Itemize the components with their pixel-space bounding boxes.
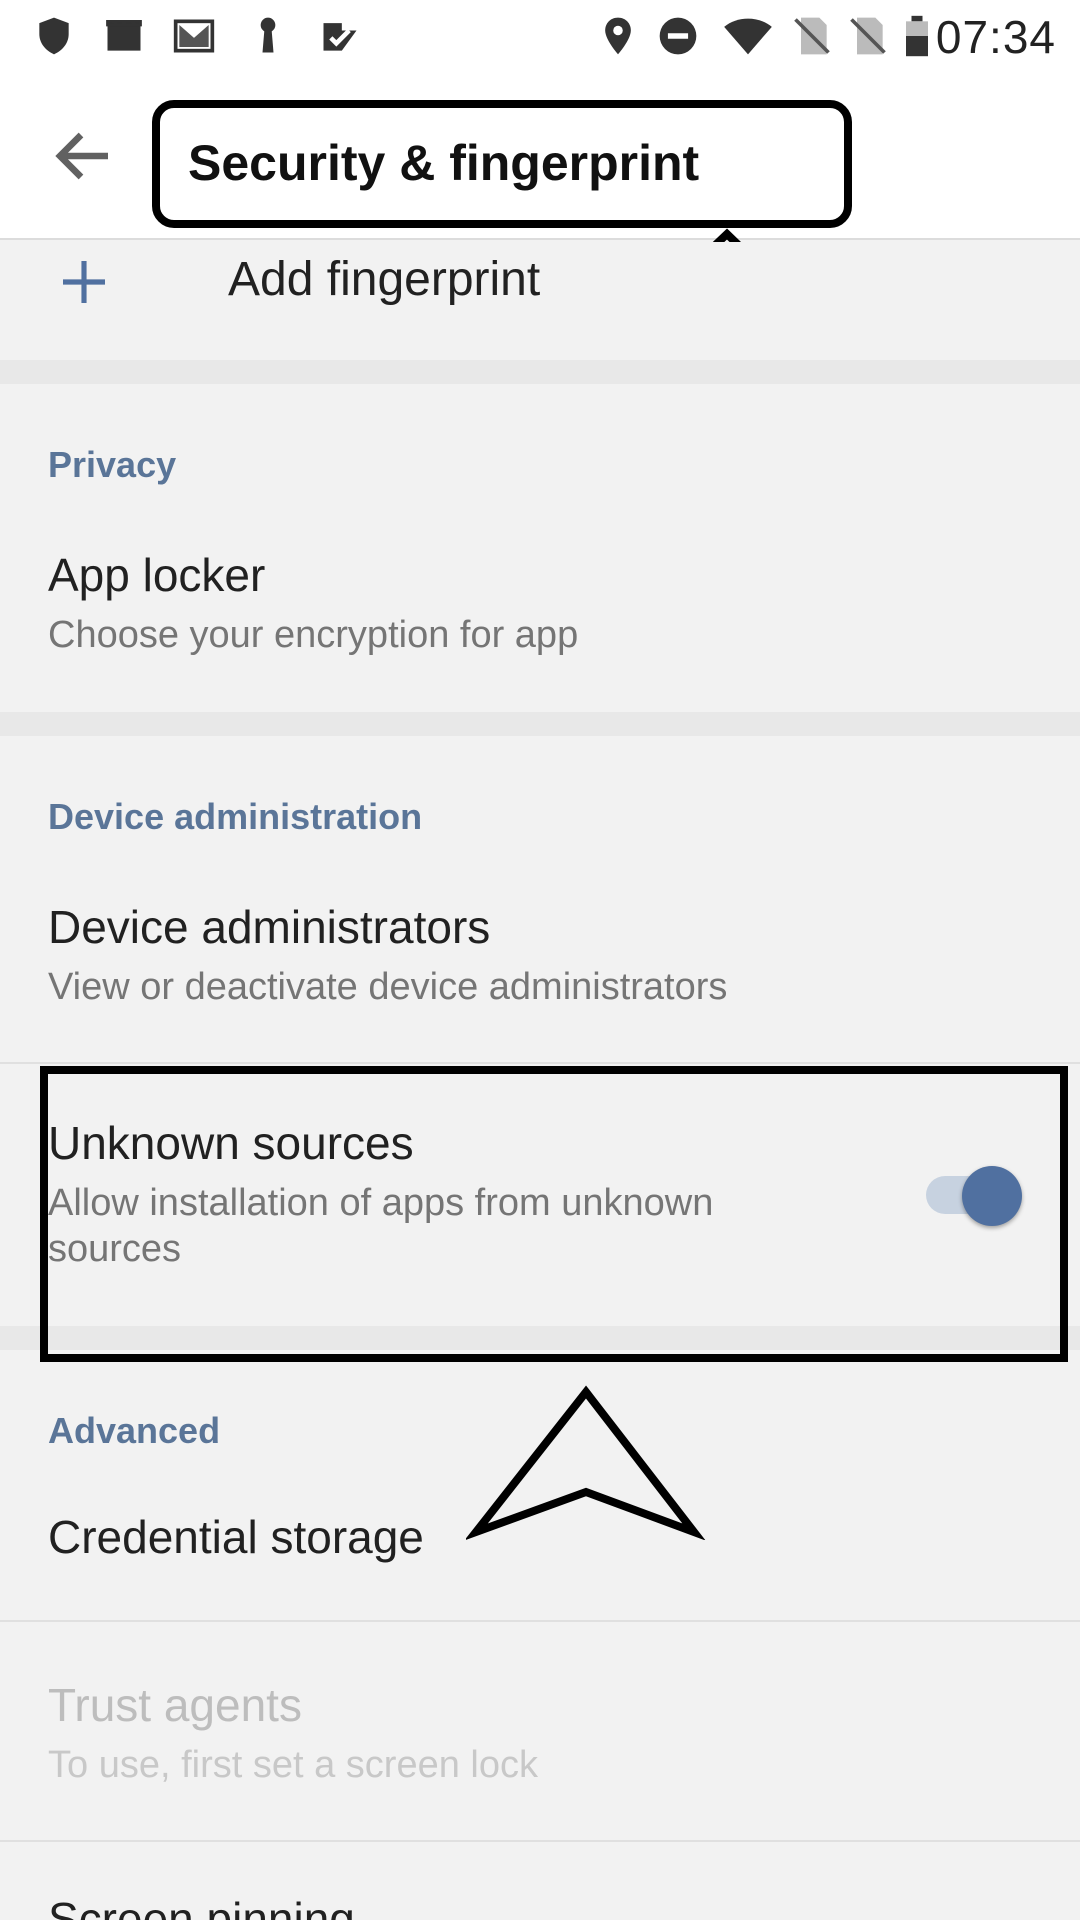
trust-agents-title: Trust agents	[48, 1679, 302, 1731]
screen-pinning-row[interactable]: Screen pinning	[0, 1842, 1080, 1920]
device-administrators-title: Device administrators	[48, 901, 491, 953]
app-locker-row[interactable]: App locker Choose your encryption for ap…	[0, 530, 1080, 710]
trust-agents-row: Trust agents To use, first set a screen …	[0, 1622, 1080, 1838]
battery-icon	[906, 15, 928, 57]
credential-storage-title: Credential storage	[48, 1511, 424, 1563]
app-locker-subtitle: Choose your encryption for app	[48, 614, 579, 656]
no-sim-icon	[850, 17, 886, 55]
device-administrators-row[interactable]: Device administrators View or deactivate…	[0, 880, 1080, 1060]
section-divider	[0, 360, 1080, 384]
page-title: Security & fingerprint	[188, 135, 700, 191]
trust-agents-subtitle: To use, first set a screen lock	[48, 1744, 538, 1786]
section-header-privacy: Privacy	[48, 444, 177, 485]
unknown-sources-highlight-box	[40, 1066, 1068, 1362]
screen-pinning-title: Screen pinning	[48, 1893, 355, 1920]
no-sim-icon	[794, 17, 830, 55]
title-highlight-box: Security & fingerprint	[152, 100, 852, 228]
section-header-advanced: Advanced	[48, 1410, 221, 1451]
location-icon	[605, 17, 631, 55]
section-divider	[0, 712, 1080, 736]
task-check-icon	[323, 23, 357, 51]
add-fingerprint-row[interactable]: Add fingerprint	[0, 242, 1080, 360]
section-header-device-administration: Device administration	[48, 796, 423, 837]
app-locker-title: App locker	[48, 549, 266, 601]
wifi-icon	[724, 18, 772, 55]
do-not-disturb-icon	[659, 17, 697, 55]
plus-icon	[63, 261, 105, 303]
keyhole-icon	[260, 17, 276, 53]
clock: 07:34	[935, 11, 1056, 63]
device-administrators-subtitle: View or deactivate device administrators	[48, 966, 728, 1008]
app-bar: Security & fingerprint	[0, 74, 1080, 240]
gmail-icon	[173, 19, 215, 53]
status-bar: 07:34	[0, 0, 1080, 74]
arrow-left-icon[interactable]	[48, 120, 120, 192]
credential-storage-row[interactable]: Credential storage	[0, 1486, 1080, 1618]
shield-icon	[39, 17, 69, 55]
add-fingerprint-label: Add fingerprint	[228, 253, 541, 306]
clapper-icon	[106, 19, 142, 51]
